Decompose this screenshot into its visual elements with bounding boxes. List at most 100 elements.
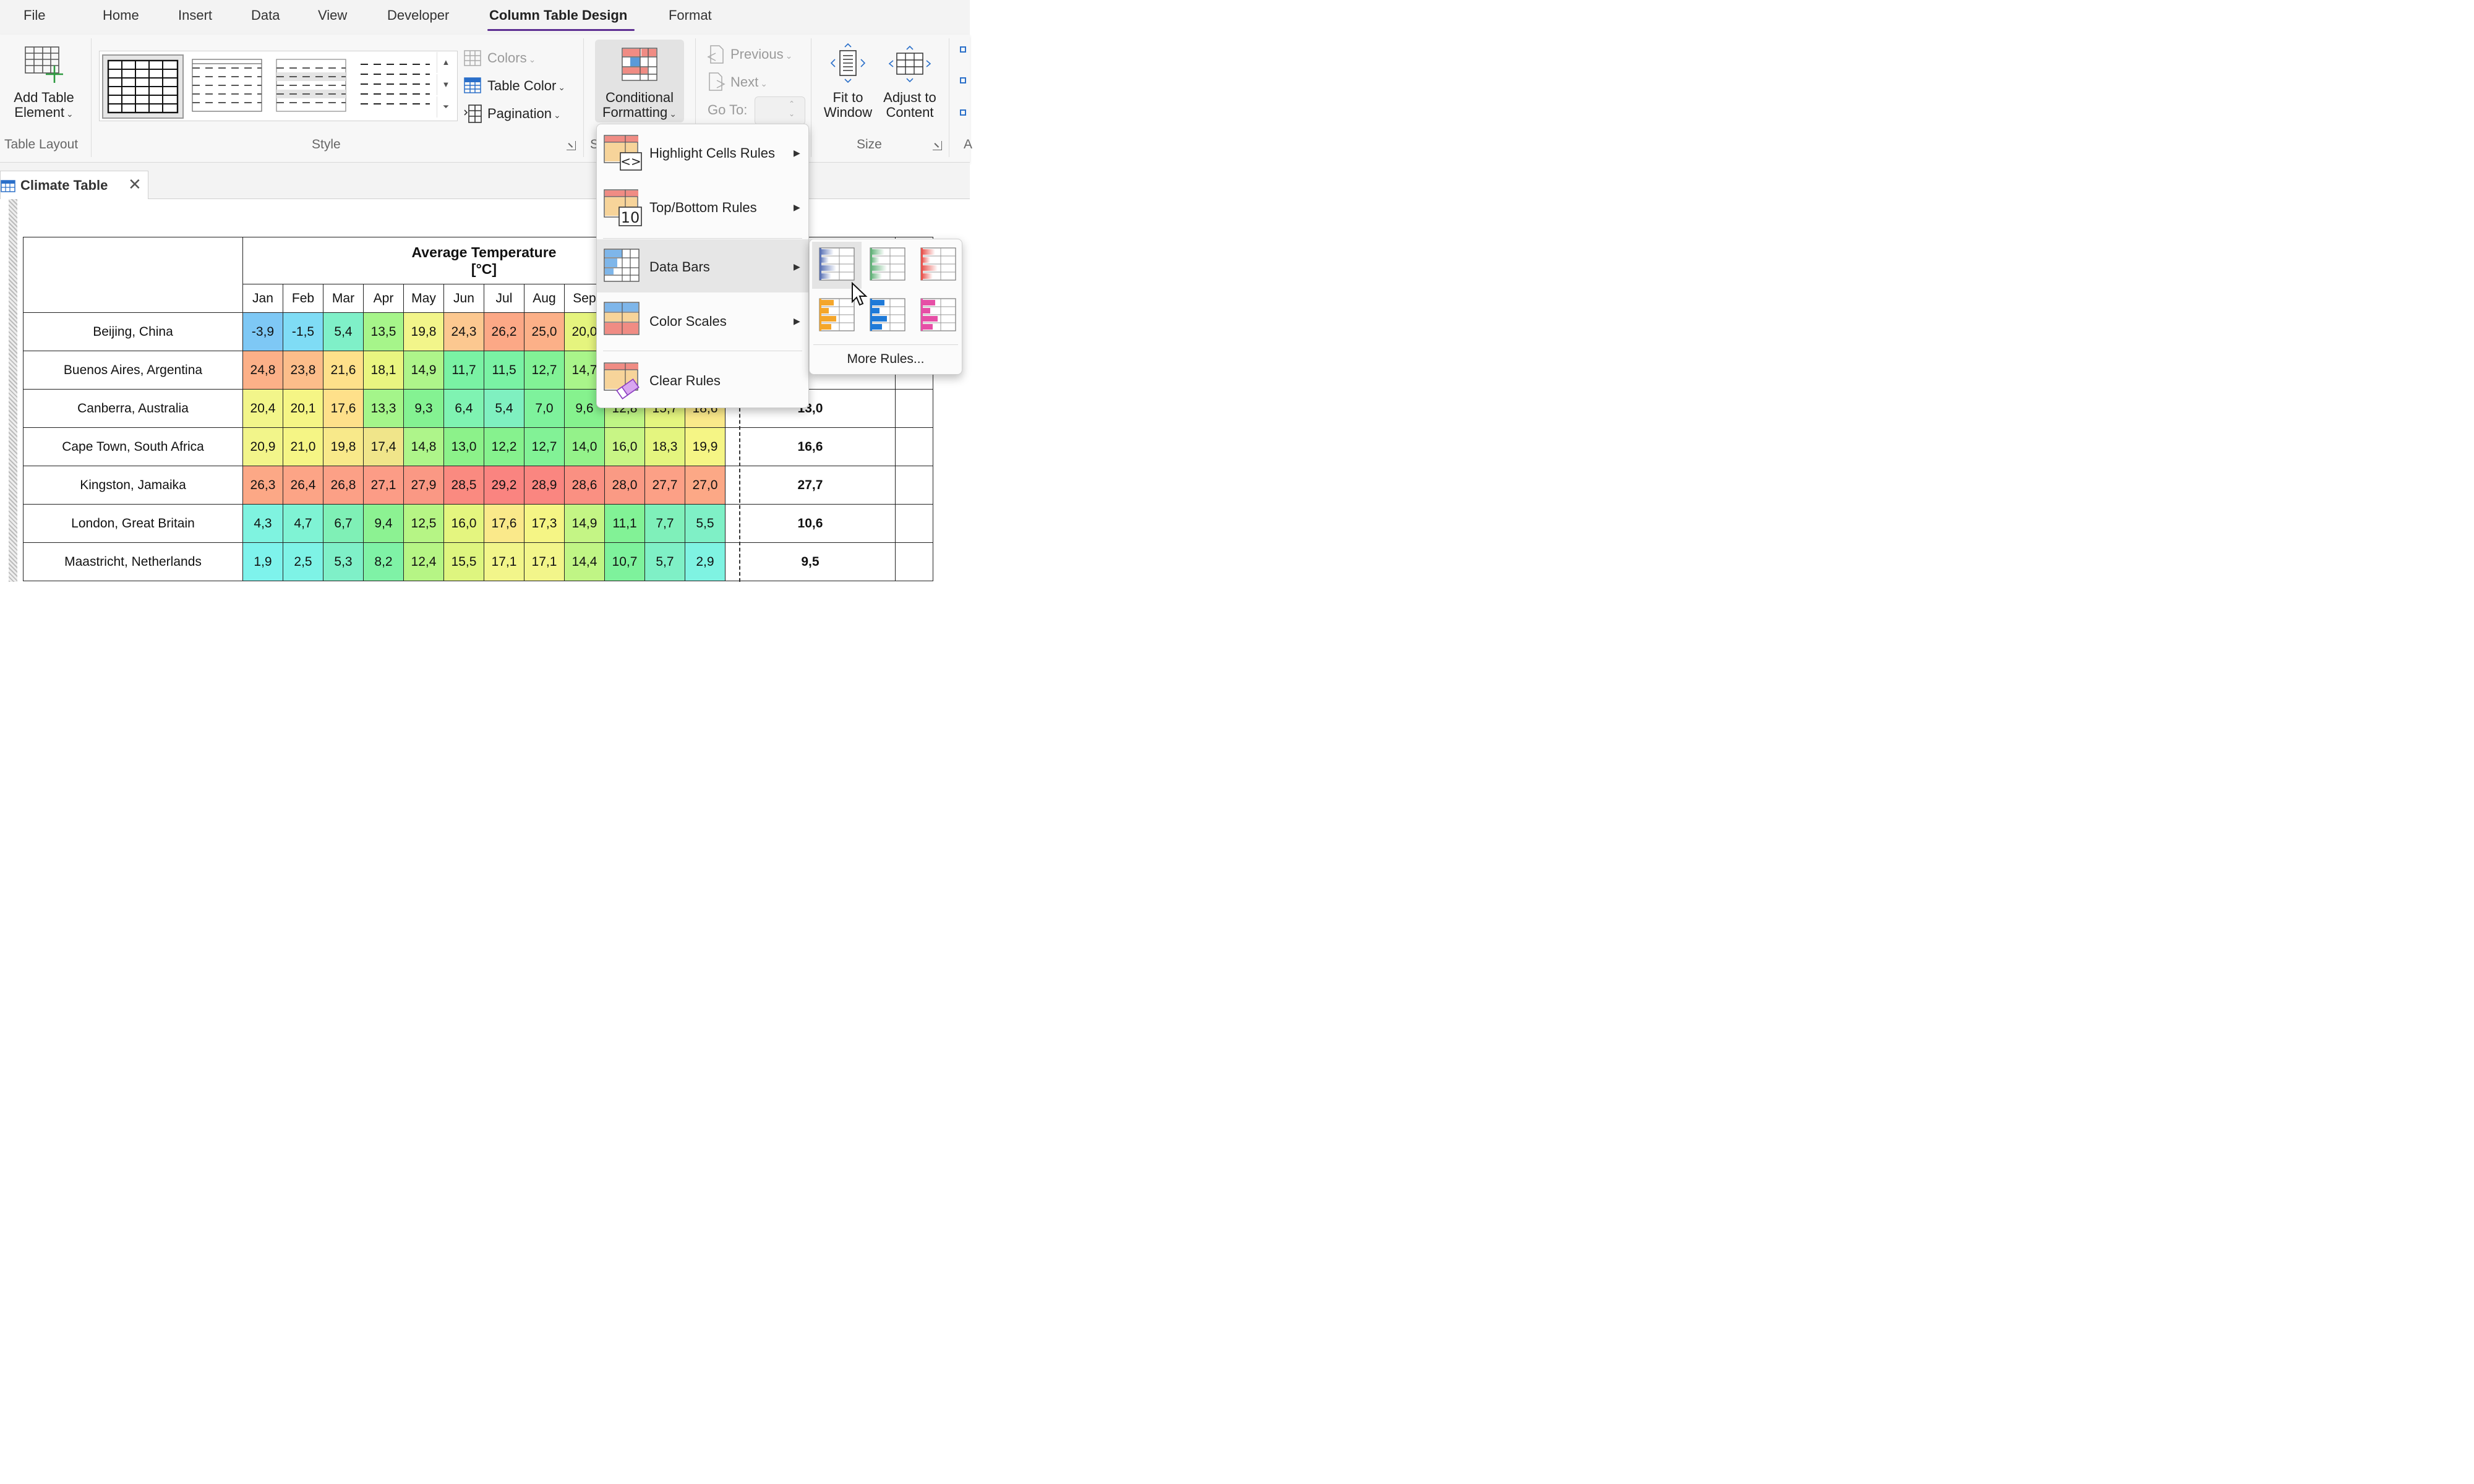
temperature-cell[interactable]: 16,0 bbox=[443, 503, 484, 543]
temperature-cell[interactable]: 13,0 bbox=[443, 427, 484, 466]
menu-tab-file[interactable]: File bbox=[24, 7, 45, 23]
temperature-cell[interactable]: 17,6 bbox=[483, 503, 524, 543]
city-cell[interactable]: Cape Town, South Africa bbox=[22, 427, 243, 466]
temperature-cell[interactable]: 17,6 bbox=[322, 388, 364, 428]
annual-mean-cell[interactable]: 9,5 bbox=[724, 542, 896, 581]
temperature-cell[interactable]: 20,9 bbox=[242, 427, 283, 466]
temperature-cell[interactable]: 19,8 bbox=[403, 312, 444, 351]
close-tab-icon[interactable]: ✕ bbox=[128, 175, 142, 194]
temperature-cell[interactable]: 26,3 bbox=[242, 465, 283, 505]
spin-up-icon[interactable]: ⌃ bbox=[789, 100, 795, 108]
temperature-cell[interactable]: 14,8 bbox=[403, 427, 444, 466]
temperature-cell[interactable]: 13,3 bbox=[362, 388, 404, 428]
temperature-cell[interactable]: 11,7 bbox=[443, 350, 484, 390]
annual-mean-cell[interactable]: 16,6 bbox=[724, 427, 896, 466]
temperature-cell[interactable]: 27,0 bbox=[684, 465, 726, 505]
document-tab-climate-table[interactable]: Climate Table ✕ bbox=[0, 170, 148, 200]
temperature-cell[interactable]: 4,7 bbox=[282, 503, 323, 543]
temperature-cell[interactable]: 26,2 bbox=[483, 312, 524, 351]
style-dialog-launcher-icon[interactable] bbox=[566, 140, 576, 150]
temperature-cell[interactable]: 26,4 bbox=[282, 465, 323, 505]
temperature-cell[interactable]: 9,4 bbox=[362, 503, 404, 543]
temperature-cell[interactable]: 28,6 bbox=[563, 465, 605, 505]
menu-item-data-bars[interactable]: Data Bars ▶ bbox=[596, 239, 808, 292]
size-dialog-launcher-icon[interactable] bbox=[932, 140, 942, 150]
temperature-cell[interactable]: 17,1 bbox=[523, 542, 565, 581]
annual-mean-cell[interactable]: 27,7 bbox=[724, 465, 896, 505]
temperature-cell[interactable]: 12,7 bbox=[523, 350, 565, 390]
temperature-cell[interactable]: 29,2 bbox=[483, 465, 524, 505]
temperature-cell[interactable]: 17,1 bbox=[483, 542, 524, 581]
temperature-cell[interactable]: 5,4 bbox=[322, 312, 364, 351]
temperature-cell[interactable]: 8,2 bbox=[362, 542, 404, 581]
menu-item-top-bottom-rules[interactable]: 10 Top/Bottom Rules ▶ bbox=[597, 181, 808, 234]
temperature-cell[interactable]: 16,0 bbox=[604, 427, 645, 466]
extra-cell[interactable] bbox=[894, 427, 933, 466]
extra-cell[interactable] bbox=[894, 542, 933, 581]
pagination-dropdown[interactable]: Pagination ⌄ bbox=[487, 106, 561, 122]
menu-item-color-scales[interactable]: Color Scales ▶ bbox=[597, 294, 808, 347]
fit-to-window-button[interactable]: Fit to Window bbox=[818, 90, 878, 120]
city-cell[interactable]: London, Great Britain bbox=[22, 503, 243, 543]
temperature-cell[interactable]: 24,8 bbox=[242, 350, 283, 390]
menu-tab-view[interactable]: View bbox=[318, 7, 347, 23]
temperature-cell[interactable]: 28,0 bbox=[604, 465, 645, 505]
temperature-cell[interactable]: 12,4 bbox=[403, 542, 444, 581]
add-table-element-icon[interactable] bbox=[24, 46, 64, 87]
city-cell[interactable]: Beijing, China bbox=[22, 312, 243, 351]
data-bar-green-gradient-icon[interactable] bbox=[863, 242, 912, 289]
gallery-more-icon[interactable]: ⏷ bbox=[436, 96, 455, 117]
table-style-thumb-grid-dark[interactable] bbox=[101, 54, 184, 119]
extra-cell[interactable] bbox=[894, 465, 933, 505]
menu-tab-format[interactable]: Format bbox=[669, 7, 712, 23]
temperature-cell[interactable]: 27,7 bbox=[644, 465, 685, 505]
temperature-cell[interactable]: 12,2 bbox=[483, 427, 524, 466]
table-style-thumb-banded[interactable] bbox=[272, 54, 351, 116]
previous-button[interactable]: Previous ⌄ bbox=[730, 46, 792, 63]
temperature-cell[interactable]: 9,3 bbox=[403, 388, 444, 428]
temperature-cell[interactable]: 13,5 bbox=[362, 312, 404, 351]
temperature-cell[interactable]: 1,9 bbox=[242, 542, 283, 581]
temperature-cell[interactable]: 12,5 bbox=[403, 503, 444, 543]
temperature-cell[interactable]: 7,0 bbox=[523, 388, 565, 428]
table-style-thumb-grid-light[interactable] bbox=[187, 54, 267, 116]
goto-input[interactable]: ⌃ ⌄ bbox=[754, 96, 805, 125]
temperature-cell[interactable]: 14,4 bbox=[563, 542, 605, 581]
adjust-to-content-button[interactable]: Adjust to Content bbox=[878, 90, 941, 120]
temperature-cell[interactable]: 2,9 bbox=[684, 542, 726, 581]
city-cell[interactable]: Maastricht, Netherlands bbox=[22, 542, 243, 581]
temperature-cell[interactable]: 5,3 bbox=[322, 542, 364, 581]
temperature-cell[interactable]: 11,1 bbox=[604, 503, 645, 543]
temperature-cell[interactable]: 14,9 bbox=[563, 503, 605, 543]
temperature-cell[interactable]: 14,0 bbox=[563, 427, 605, 466]
annual-mean-cell[interactable]: 10,6 bbox=[724, 503, 896, 543]
gallery-scroll-up-icon[interactable]: ▲ bbox=[436, 51, 455, 73]
temperature-cell[interactable]: 6,4 bbox=[443, 388, 484, 428]
extra-cell[interactable] bbox=[894, 388, 933, 428]
temperature-cell[interactable]: 21,6 bbox=[322, 350, 364, 390]
temperature-cell[interactable]: 20,1 bbox=[282, 388, 323, 428]
colors-dropdown[interactable]: Colors ⌄ bbox=[487, 50, 536, 67]
temperature-cell[interactable]: 18,3 bbox=[644, 427, 685, 466]
menu-tab-developer[interactable]: Developer bbox=[387, 7, 449, 23]
temperature-cell[interactable]: 5,7 bbox=[644, 542, 685, 581]
table-color-dropdown[interactable]: Table Color ⌄ bbox=[487, 78, 565, 95]
temperature-cell[interactable]: 28,9 bbox=[523, 465, 565, 505]
temperature-cell[interactable]: 20,4 bbox=[242, 388, 283, 428]
temperature-cell[interactable]: 28,5 bbox=[443, 465, 484, 505]
temperature-cell[interactable]: -3,9 bbox=[242, 312, 283, 351]
temperature-cell[interactable]: 25,0 bbox=[523, 312, 565, 351]
temperature-cell[interactable]: 10,7 bbox=[604, 542, 645, 581]
data-bar-red-gradient-icon[interactable] bbox=[914, 242, 963, 289]
menu-item-highlight-cells-rules[interactable]: <> Highlight Cells Rules ▶ bbox=[597, 127, 808, 180]
menu-tab-data[interactable]: Data bbox=[251, 7, 280, 23]
temperature-cell[interactable]: 19,8 bbox=[322, 427, 364, 466]
extra-cell[interactable] bbox=[894, 503, 933, 543]
temperature-cell[interactable]: 5,5 bbox=[684, 503, 726, 543]
temperature-cell[interactable]: 18,1 bbox=[362, 350, 404, 390]
temperature-cell[interactable]: 23,8 bbox=[282, 350, 323, 390]
temperature-cell[interactable]: 21,0 bbox=[282, 427, 323, 466]
temperature-cell[interactable]: 11,5 bbox=[483, 350, 524, 390]
table-style-thumb-minimal[interactable] bbox=[356, 54, 435, 116]
temperature-cell[interactable]: 4,3 bbox=[242, 503, 283, 543]
